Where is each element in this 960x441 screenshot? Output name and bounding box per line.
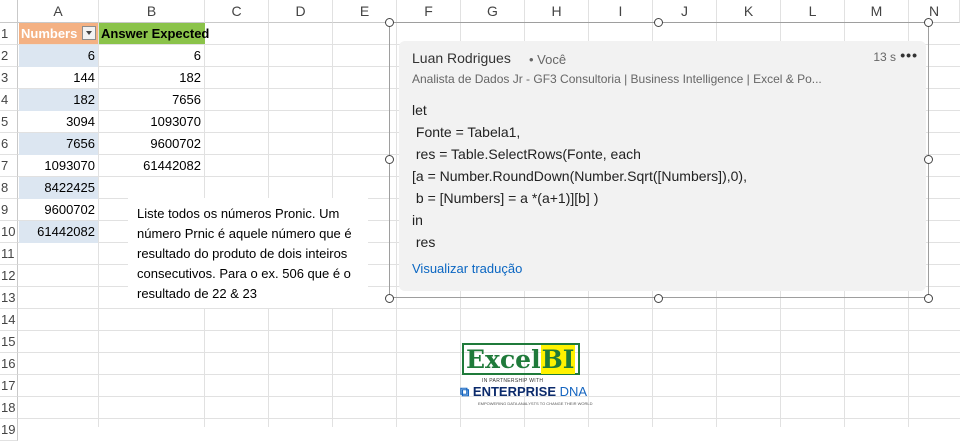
row-header[interactable]: 11 <box>0 243 18 265</box>
gridline <box>18 330 960 331</box>
resize-handle-top-right[interactable] <box>924 18 933 27</box>
table-cell-numbers[interactable]: 9600702 <box>19 199 98 221</box>
row-header[interactable]: 18 <box>0 397 18 419</box>
excelbi-enterprise-dna-logo: ExcelBI IN PARTNERSHIP WITH ⧉ ENTERPRISE… <box>460 343 592 408</box>
row-header[interactable]: 2 <box>0 45 18 67</box>
column-header-i[interactable]: I <box>589 0 653 23</box>
column-header-d[interactable]: D <box>269 0 333 23</box>
column-header-b[interactable]: B <box>99 0 205 23</box>
column-header-n[interactable]: N <box>909 0 960 23</box>
table-header-numbers-label: Numbers <box>21 26 78 41</box>
column-header-m[interactable]: M <box>845 0 909 23</box>
column-header-k[interactable]: K <box>717 0 781 23</box>
spreadsheet: A B C D E F G H I J K L M N 1 2 3 4 5 6 … <box>0 0 960 441</box>
row-header[interactable]: 5 <box>0 111 18 133</box>
table-cell-numbers[interactable]: 7656 <box>19 133 98 155</box>
comment-code: let Fonte = Tabela1, res = Table.SelectR… <box>412 102 747 250</box>
gridline <box>18 418 960 419</box>
column-header-j[interactable]: J <box>653 0 717 23</box>
row-header[interactable]: 9 <box>0 199 18 221</box>
row-header[interactable]: 19 <box>0 419 18 441</box>
instructions-line: consecutivos. Para o ex. 506 que é o <box>137 266 351 281</box>
table-cell-expected[interactable]: 6 <box>99 45 204 67</box>
row-header[interactable]: 17 <box>0 375 18 397</box>
comment-you-label: • Você <box>529 52 567 67</box>
excelbi-logo: ExcelBI <box>462 343 580 375</box>
row-header[interactable]: 13 <box>0 287 18 309</box>
column-header-f[interactable]: F <box>397 0 461 23</box>
enterprise-dna-logo: ⧉ ENTERPRISE DNA <box>460 384 587 400</box>
dna-helix-icon: ⧉ <box>460 384 470 399</box>
table-header-answer-expected[interactable]: Answer Expected <box>99 23 209 44</box>
gridline <box>18 308 960 309</box>
table-cell-expected[interactable]: 9600702 <box>99 133 204 155</box>
table-cell-numbers[interactable]: 1093070 <box>19 155 98 177</box>
row-header[interactable]: 14 <box>0 309 18 331</box>
table-cell-numbers[interactable]: 8422425 <box>19 177 98 199</box>
column-header-l[interactable]: L <box>781 0 845 23</box>
row-header[interactable]: 4 <box>0 89 18 111</box>
column-header-a[interactable]: A <box>18 0 99 23</box>
dna-text: DNA <box>556 384 588 399</box>
table-cell-numbers[interactable]: 182 <box>19 89 98 111</box>
comment-card[interactable]: Luan Rodrigues • Você 13 s ••• Analista … <box>399 41 926 291</box>
instructions-line: resultado de 22 & 23 <box>137 286 257 301</box>
resize-handle-left[interactable] <box>385 155 394 164</box>
table-cell-numbers[interactable]: 6 <box>19 45 98 67</box>
resize-handle-bottom-left[interactable] <box>385 294 394 303</box>
column-header-h[interactable]: H <box>525 0 589 23</box>
instructions-line: número Prnic é aquele número que é <box>137 226 352 241</box>
table-cell-numbers[interactable]: 144 <box>19 67 98 89</box>
row-header[interactable]: 16 <box>0 353 18 375</box>
table-cell-expected[interactable]: 7656 <box>99 89 204 111</box>
resize-handle-top[interactable] <box>654 18 663 27</box>
table-cell-expected[interactable]: 1093070 <box>99 111 204 133</box>
select-all-corner[interactable] <box>0 0 18 23</box>
comment-timestamp: 13 s <box>873 50 896 64</box>
row-header[interactable]: 3 <box>0 67 18 89</box>
row-header[interactable]: 8 <box>0 177 18 199</box>
column-header-c[interactable]: C <box>205 0 269 23</box>
filter-dropdown-icon[interactable] <box>82 26 96 40</box>
column-header-g[interactable]: G <box>461 0 525 23</box>
table-cell-expected[interactable]: 61442082 <box>99 155 204 177</box>
resize-handle-right[interactable] <box>924 155 933 164</box>
logo-tagline: EMPOWERING DATA ANALYSTS TO CHANGE THEIR… <box>478 401 593 406</box>
row-header[interactable]: 7 <box>0 155 18 177</box>
translate-link[interactable]: Visualizar tradução <box>412 261 522 276</box>
row-header[interactable]: 1 <box>0 23 18 45</box>
row-header[interactable]: 15 <box>0 331 18 353</box>
excel-text: Excel <box>466 345 541 374</box>
enterprise-text: ENTERPRISE <box>472 384 556 399</box>
row-header[interactable]: 12 <box>0 265 18 287</box>
row-header[interactable]: 10 <box>0 221 18 243</box>
resize-handle-bottom-right[interactable] <box>924 294 933 303</box>
instructions-line: resultado do produto de dois inteiros <box>137 246 348 261</box>
more-options-icon[interactable]: ••• <box>900 47 918 63</box>
comment-author: Luan Rodrigues <box>412 50 511 66</box>
comment-author-headline: Analista de Dados Jr - GF3 Consultoria |… <box>412 72 822 86</box>
instructions-textbox[interactable]: Liste todos os números Pronic. Um número… <box>128 198 368 308</box>
row-header[interactable]: 6 <box>0 133 18 155</box>
bi-text: BI <box>540 345 576 374</box>
resize-handle-top-left[interactable] <box>385 18 394 27</box>
resize-handle-bottom[interactable] <box>654 294 663 303</box>
table-header-numbers[interactable]: Numbers <box>19 23 98 44</box>
instructions-line: Liste todos os números Pronic. Um <box>137 206 340 221</box>
table-cell-numbers[interactable]: 3094 <box>19 111 98 133</box>
table-cell-numbers[interactable]: 61442082 <box>19 221 98 243</box>
table-cell-expected[interactable]: 182 <box>99 67 204 89</box>
